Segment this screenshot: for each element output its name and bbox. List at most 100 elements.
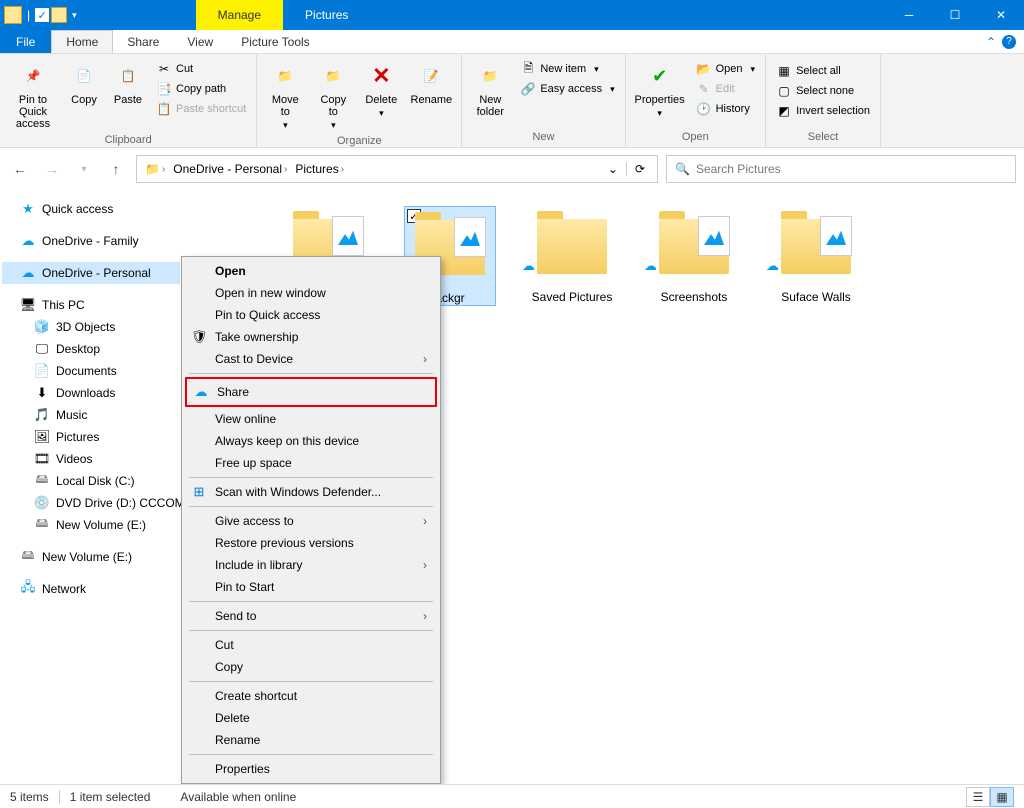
sidebar-item-dvd[interactable]: 💿DVD Drive (D:) CCCOMA_ <box>2 492 180 514</box>
history-button[interactable]: 🕑History <box>692 100 759 118</box>
sidebar-item-pictures[interactable]: 🖼Pictures <box>2 426 180 448</box>
chevron-right-icon[interactable]: › <box>341 164 344 175</box>
folder-item[interactable]: ☁ Saved Pictures <box>526 206 618 306</box>
edit-button[interactable]: ✎Edit <box>692 80 759 98</box>
new-folder-button[interactable]: 📁New folder <box>468 58 512 120</box>
tab-manage[interactable]: Manage <box>196 0 283 30</box>
rename-button[interactable]: 📝Rename <box>407 58 455 108</box>
context-share[interactable]: ☁Share <box>187 381 435 403</box>
sidebar-item-new-volume-e2[interactable]: 🖴New Volume (E:) <box>2 546 180 568</box>
chevron-right-icon[interactable]: › <box>284 164 287 175</box>
tab-picture-tools[interactable]: Picture Tools <box>227 30 323 53</box>
forward-button[interactable]: → <box>40 157 64 181</box>
sidebar-item-this-pc[interactable]: 🖥This PC <box>2 294 180 316</box>
sidebar-item-onedrive-personal[interactable]: ☁OneDrive - Personal <box>2 262 180 284</box>
tab-home[interactable]: Home <box>51 30 113 53</box>
context-copy[interactable]: Copy <box>185 656 437 678</box>
easy-access-button[interactable]: 🔗Easy access ▾ <box>516 80 618 98</box>
context-pin-quick-access[interactable]: Pin to Quick access <box>185 304 437 326</box>
refresh-icon[interactable]: ⟳ <box>626 162 653 176</box>
downloads-icon: ⬇ <box>34 385 50 401</box>
paste-button[interactable]: 📋 Paste <box>108 58 148 108</box>
search-box[interactable]: 🔍 Search Pictures <box>666 155 1016 183</box>
qat-dropdown-icon[interactable]: ▾ <box>69 10 80 21</box>
navigation-pane: ★Quick access ☁OneDrive - Family ☁OneDri… <box>0 190 182 790</box>
objects-icon: 🧊 <box>34 319 50 335</box>
context-menu: Open Open in new window Pin to Quick acc… <box>181 256 441 784</box>
properties-button[interactable]: ✔Properties▾ <box>632 58 688 121</box>
close-button[interactable]: ✕ <box>978 0 1024 30</box>
help-icon[interactable]: ? <box>1002 35 1016 49</box>
group-open: ✔Properties▾ 📂Open ▾ ✎Edit 🕑History Open <box>626 54 766 147</box>
view-thumbnails-button[interactable]: ▦ <box>990 787 1014 807</box>
back-button[interactable]: ← <box>8 157 32 181</box>
recent-locations-button[interactable]: ▾ <box>72 157 96 181</box>
sidebar-item-local-disk[interactable]: 🖴Local Disk (C:) <box>2 470 180 492</box>
qat-newfolder-icon[interactable] <box>51 7 67 23</box>
sidebar-item-onedrive-family[interactable]: ☁OneDrive - Family <box>2 230 180 252</box>
context-cut[interactable]: Cut <box>185 634 437 656</box>
sidebar-item-3d-objects[interactable]: 🧊3D Objects <box>2 316 180 338</box>
sidebar-item-quick-access[interactable]: ★Quick access <box>2 198 180 220</box>
sidebar-item-desktop[interactable]: 🖵Desktop <box>2 338 180 360</box>
paste-icon: 📋 <box>112 60 144 92</box>
tab-share[interactable]: Share <box>113 30 173 53</box>
context-take-ownership[interactable]: 🛡Take ownership <box>185 326 437 348</box>
address-dropdown-icon[interactable]: ⌄ <box>600 162 626 176</box>
chevron-right-icon[interactable]: › <box>162 164 165 175</box>
context-send-to[interactable]: Send to› <box>185 605 437 627</box>
sidebar-item-new-volume-e[interactable]: 🖴New Volume (E:) <box>2 514 180 536</box>
sidebar-item-music[interactable]: 🎵Music <box>2 404 180 426</box>
copy-path-button[interactable]: 📑Copy path <box>152 80 250 98</box>
sidebar-item-downloads[interactable]: ⬇Downloads <box>2 382 180 404</box>
invert-selection-button[interactable]: ◩Invert selection <box>772 102 874 120</box>
move-to-button[interactable]: 📁Move to▾ <box>263 58 307 133</box>
context-properties[interactable]: Properties <box>185 758 437 780</box>
context-scan[interactable]: ⊞Scan with Windows Defender... <box>185 481 437 503</box>
sidebar-item-videos[interactable]: 🎞Videos <box>2 448 180 470</box>
context-separator <box>189 630 433 631</box>
up-button[interactable]: ↑ <box>104 157 128 181</box>
context-restore[interactable]: Restore previous versions <box>185 532 437 554</box>
copy-button[interactable]: 📄 Copy <box>64 58 104 108</box>
address-bar[interactable]: 📁› OneDrive - Personal› Pictures› ⌄ ⟳ <box>136 155 658 183</box>
sidebar-item-network[interactable]: 🖧Network <box>2 578 180 600</box>
paste-shortcut-button[interactable]: 📋Paste shortcut <box>152 100 250 118</box>
sidebar-item-documents[interactable]: 📄Documents <box>2 360 180 382</box>
select-none-button[interactable]: ▢Select none <box>772 82 874 100</box>
open-button[interactable]: 📂Open ▾ <box>692 60 759 78</box>
context-rename[interactable]: Rename <box>185 729 437 751</box>
pin-to-quick-access-button[interactable]: 📌 Pin to Quick access <box>6 58 60 132</box>
tab-view[interactable]: View <box>173 30 227 53</box>
tab-pictures-context[interactable]: Pictures <box>283 0 370 30</box>
invert-icon: ◩ <box>776 103 792 119</box>
context-always-keep[interactable]: Always keep on this device <box>185 430 437 452</box>
folder-item[interactable]: ☁ Suface Walls <box>770 206 862 306</box>
context-free-up[interactable]: Free up space <box>185 452 437 474</box>
qat-properties-icon[interactable]: ✓ <box>35 8 49 22</box>
delete-button[interactable]: ✕Delete▾ <box>359 58 403 121</box>
context-pin-start[interactable]: Pin to Start <box>185 576 437 598</box>
folder-item[interactable]: ☁ Screenshots <box>648 206 740 306</box>
chevron-right-icon: › <box>423 609 427 623</box>
select-all-button[interactable]: ▦Select all <box>772 62 874 80</box>
context-open[interactable]: Open <box>185 260 437 282</box>
copy-to-button[interactable]: 📁Copy to▾ <box>311 58 355 133</box>
context-create-shortcut[interactable]: Create shortcut <box>185 685 437 707</box>
context-separator <box>189 754 433 755</box>
context-cast[interactable]: Cast to Device› <box>185 348 437 370</box>
context-view-online[interactable]: View online <box>185 408 437 430</box>
status-availability: Available when online <box>180 790 296 804</box>
ribbon-collapse-icon[interactable]: ⌃ <box>986 35 996 49</box>
view-details-button[interactable]: ☰ <box>966 787 990 807</box>
context-include-library[interactable]: Include in library› <box>185 554 437 576</box>
context-give-access[interactable]: Give access to› <box>185 510 437 532</box>
context-open-new-window[interactable]: Open in new window <box>185 282 437 304</box>
minimize-button[interactable]: ─ <box>886 0 932 30</box>
tab-file[interactable]: File <box>0 30 51 53</box>
context-delete[interactable]: Delete <box>185 707 437 729</box>
history-icon: 🕑 <box>696 101 712 117</box>
cut-button[interactable]: ✂Cut <box>152 60 250 78</box>
maximize-button[interactable]: ☐ <box>932 0 978 30</box>
new-item-button[interactable]: 🗎New item ▾ <box>516 60 618 78</box>
